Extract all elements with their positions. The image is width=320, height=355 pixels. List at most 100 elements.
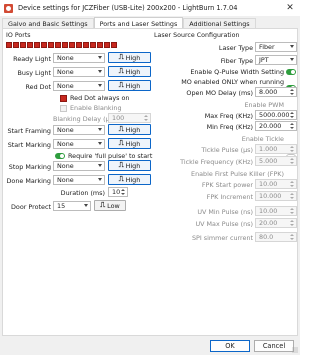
- stop-marking-select[interactable]: None: [53, 161, 105, 171]
- stop-marking-polarity-button[interactable]: ⎍ High: [108, 160, 151, 171]
- toggle-on-icon: [55, 153, 65, 159]
- min-freq-value: 20.000: [259, 122, 282, 130]
- start-marking-select[interactable]: None: [53, 139, 105, 149]
- ready-light-select[interactable]: None: [53, 53, 105, 63]
- min-freq-spinbox[interactable]: 20.000: [255, 121, 297, 131]
- start-framing-select[interactable]: None: [53, 125, 105, 135]
- spi-simmer-current-spinbox[interactable]: 80.0: [255, 232, 297, 242]
- blanking-delay-value: 100: [112, 114, 125, 122]
- pulse-low-icon: ⎍: [100, 201, 106, 209]
- tickle-pulse-spinbox[interactable]: 1.000: [255, 144, 297, 154]
- ports-laser-panel: IO Ports Ready Light None ⎍ High Busy Lig…: [2, 28, 298, 336]
- laser-source-heading: Laser Source Configuration: [154, 32, 240, 39]
- spin-arrows-icon: [289, 88, 295, 96]
- duration-spinbox[interactable]: 10: [108, 187, 128, 197]
- max-freq-spinbox[interactable]: 5000.000: [255, 110, 297, 120]
- fpk-start-power-value: 10.00: [259, 180, 278, 188]
- stop-marking-value: None: [57, 162, 74, 170]
- spin-arrows-icon: [120, 188, 126, 196]
- io-ports-heading: IO Ports: [6, 32, 31, 39]
- door-protect-polarity-button[interactable]: ⎍ Low: [94, 200, 126, 211]
- io-port-led-9: [69, 42, 75, 48]
- require-full-pulse-label: Require 'full pulse' to start: [68, 152, 153, 160]
- blanking-delay-spinbox[interactable]: 100: [108, 113, 151, 123]
- io-port-led-12: [90, 42, 96, 48]
- spin-arrows-icon: [289, 207, 295, 215]
- io-port-led-0: [6, 42, 12, 48]
- laser-type-select[interactable]: Fiber: [255, 42, 297, 52]
- ready-light-polarity-label: High: [125, 53, 141, 62]
- fpk-increment-spinbox[interactable]: 10.000: [255, 191, 297, 201]
- max-freq-label: Max Freq (KHz): [204, 112, 253, 120]
- open-mo-delay-label: Open MO Delay (ms): [186, 89, 253, 97]
- ok-button[interactable]: OK: [210, 340, 250, 352]
- done-marking-polarity-button[interactable]: ⎍ High: [108, 174, 151, 185]
- ready-light-polarity-button[interactable]: ⎍ High: [108, 52, 151, 63]
- chevron-down-icon: [290, 58, 294, 61]
- open-mo-delay-value: 8.000: [259, 88, 278, 96]
- tickle-frequency-spinbox[interactable]: 5.000: [255, 156, 297, 166]
- start-framing-label: Start Framing: [7, 127, 51, 135]
- chevron-down-icon: [98, 142, 102, 145]
- io-port-led-13: [97, 42, 103, 48]
- spin-arrows-icon: [289, 145, 295, 153]
- io-port-led-6: [48, 42, 54, 48]
- uv-max-pulse-spinbox[interactable]: 20.00: [255, 218, 297, 228]
- pulse-high-icon: ⎍: [118, 125, 124, 133]
- duration-value: 10: [112, 188, 121, 196]
- fiber-type-value: JPT: [259, 56, 269, 64]
- chevron-down-icon: [98, 70, 102, 73]
- red-dot-polarity-button[interactable]: ⎍ High: [108, 80, 151, 91]
- red-dot-label: Red Dot: [25, 83, 51, 91]
- min-freq-label: Min Freq (KHz): [206, 123, 253, 131]
- open-mo-delay-spinbox[interactable]: 8.000: [255, 87, 297, 97]
- start-marking-polarity-button[interactable]: ⎍ High: [108, 138, 151, 149]
- spin-arrows-icon: [289, 219, 295, 227]
- fpk-start-power-spinbox[interactable]: 10.00: [255, 179, 297, 189]
- qpulse-width-label: Enable Q-Pulse Width Setting: [190, 68, 284, 76]
- pulse-high-icon: ⎍: [118, 53, 124, 61]
- enable-blanking-checkbox[interactable]: Enable Blanking: [60, 104, 122, 112]
- chevron-down-icon: [98, 84, 102, 87]
- io-port-led-4: [34, 42, 40, 48]
- done-marking-polarity-label: High: [125, 175, 141, 184]
- laser-type-value: Fiber: [259, 43, 275, 51]
- title-bar: Device settings for JCZFiber (USB-Lite) …: [0, 0, 300, 16]
- pulse-high-icon: ⎍: [118, 161, 124, 169]
- qpulse-width-toggle[interactable]: [286, 69, 296, 75]
- busy-light-polarity-button[interactable]: ⎍ High: [108, 66, 151, 77]
- close-icon[interactable]: ✕: [280, 0, 300, 16]
- uv-min-pulse-spinbox[interactable]: 10.00: [255, 206, 297, 216]
- tickle-frequency-value: 5.000: [259, 157, 278, 165]
- spi-simmer-current-label: SPI simmer current: [191, 234, 253, 242]
- busy-light-select[interactable]: None: [53, 67, 105, 77]
- start-marking-label: Start Marking: [7, 141, 51, 149]
- start-framing-polarity-button[interactable]: ⎍ High: [108, 124, 151, 135]
- resize-grip-icon[interactable]: [292, 347, 298, 353]
- spin-arrows-icon: [289, 192, 295, 200]
- enable-blanking-label: Enable Blanking: [70, 104, 122, 112]
- done-marking-select[interactable]: None: [53, 175, 105, 185]
- red-dot-select[interactable]: None: [53, 81, 105, 91]
- dialog-footer: OK Cancel: [0, 336, 300, 355]
- door-protect-polarity-label: Low: [107, 201, 120, 210]
- io-port-led-5: [41, 42, 47, 48]
- ready-light-value: None: [57, 54, 74, 62]
- require-full-pulse-toggle[interactable]: Require 'full pulse' to start: [55, 152, 152, 160]
- io-port-led-14: [104, 42, 110, 48]
- chevron-down-icon: [98, 178, 102, 181]
- pulse-high-icon: ⎍: [118, 67, 124, 75]
- door-protect-select[interactable]: 15: [53, 201, 91, 211]
- stop-marking-polarity-label: High: [125, 161, 141, 170]
- red-dot-always-on-label: Red Dot always on: [70, 94, 130, 102]
- red-dot-always-on-checkbox[interactable]: Red Dot always on: [60, 94, 129, 102]
- enable-tickle-label: Enable Tickle: [241, 135, 284, 143]
- io-port-led-7: [55, 42, 61, 48]
- cancel-button[interactable]: Cancel: [254, 340, 294, 352]
- checkbox-checked-icon: [60, 94, 67, 102]
- enable-pwm-label: Enable PWM: [244, 101, 285, 109]
- duration-label: Duration (ms): [60, 189, 105, 197]
- io-port-led-3: [27, 42, 33, 48]
- tickle-frequency-label: Tickle Frequency (KHz): [180, 158, 253, 166]
- fiber-type-select[interactable]: JPT: [255, 55, 297, 65]
